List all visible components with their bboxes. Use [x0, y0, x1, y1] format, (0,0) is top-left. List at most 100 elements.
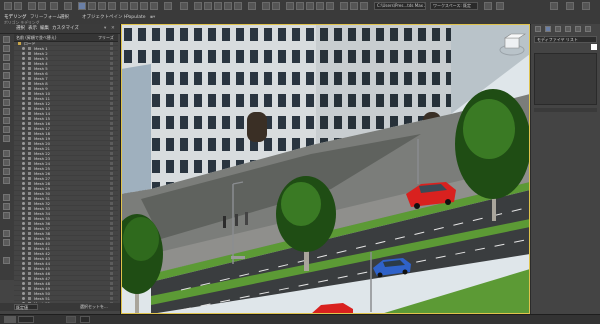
filter-groups-icon[interactable]	[3, 90, 10, 97]
move-icon[interactable]	[120, 2, 128, 10]
spinner-snap-icon[interactable]	[234, 2, 242, 10]
select-object-icon[interactable]	[78, 2, 86, 10]
freeze-toggle-icon[interactable]	[110, 292, 113, 295]
freeze-toggle-icon[interactable]	[110, 152, 113, 155]
freeze-toggle-icon[interactable]	[110, 137, 113, 140]
selection-lock-icon[interactable]	[66, 316, 76, 323]
visibility-eye-icon[interactable]	[22, 47, 25, 50]
freeze-toggle-icon[interactable]	[110, 62, 113, 65]
layer-dropdown[interactable]: 既定値	[14, 304, 38, 310]
visibility-eye-icon[interactable]	[22, 197, 25, 200]
scale-icon[interactable]	[140, 2, 148, 10]
column-freeze[interactable]: フリーズ	[98, 34, 114, 41]
unlink-icon[interactable]	[38, 2, 46, 10]
lock-icon[interactable]	[3, 194, 10, 201]
motion-tab-icon[interactable]	[565, 26, 571, 32]
freeze-toggle-icon[interactable]	[110, 122, 113, 125]
keyboard-shortcut-icon[interactable]	[194, 2, 202, 10]
visibility-eye-icon[interactable]	[22, 67, 25, 70]
expand-icon[interactable]	[3, 230, 10, 237]
filter-invert-icon[interactable]	[3, 135, 10, 142]
snap-3d-icon[interactable]	[204, 2, 212, 10]
visibility-eye-icon[interactable]	[22, 127, 25, 130]
visibility-eye-icon[interactable]	[22, 192, 25, 195]
visibility-eye-icon[interactable]	[22, 72, 25, 75]
visibility-eye-icon[interactable]	[22, 232, 25, 235]
freeze-toggle-icon[interactable]	[110, 112, 113, 115]
freeze-toggle-icon[interactable]	[110, 282, 113, 285]
visibility-eye-icon[interactable]	[22, 87, 25, 90]
freeze-toggle-icon[interactable]	[110, 297, 113, 300]
freeze-toggle-icon[interactable]	[110, 92, 113, 95]
reference-coord-icon[interactable]	[164, 2, 172, 10]
freeze-toggle-icon[interactable]	[110, 267, 113, 270]
menu-customize[interactable]: カスタマイズ	[52, 25, 79, 32]
visibility-eye-icon[interactable]	[22, 292, 25, 295]
column-name[interactable]: 名前 (昇順で並べ替え)	[16, 34, 56, 41]
settings-icon[interactable]	[3, 257, 10, 264]
visibility-eye-icon[interactable]	[22, 52, 25, 55]
freeze-toggle-icon[interactable]	[110, 197, 113, 200]
visibility-eye-icon[interactable]	[22, 252, 25, 255]
freeze-toggle-icon[interactable]	[110, 182, 113, 185]
tab-populate[interactable]: Populate	[126, 14, 146, 22]
menu-select[interactable]: 選択	[16, 25, 25, 32]
freeze-toggle-icon[interactable]	[110, 217, 113, 220]
percent-snap-icon[interactable]	[224, 2, 232, 10]
freeze-toggle-icon[interactable]	[110, 202, 113, 205]
sync-icon[interactable]	[3, 203, 10, 210]
hierarchy-tab-icon[interactable]	[555, 26, 561, 32]
material-editor-icon[interactable]	[326, 2, 334, 10]
visibility-eye-icon[interactable]	[22, 92, 25, 95]
render-icon[interactable]	[360, 2, 368, 10]
selection-set-label[interactable]: 選択セットを...	[80, 304, 108, 310]
render-setup-icon[interactable]	[340, 2, 348, 10]
pivot-icon[interactable]	[180, 2, 188, 10]
filter-spacewarps-icon[interactable]	[3, 81, 10, 88]
freeze-toggle-icon[interactable]	[110, 77, 113, 80]
rotate-icon[interactable]	[130, 2, 138, 10]
freeze-toggle-icon[interactable]	[110, 212, 113, 215]
visibility-eye-icon[interactable]	[22, 187, 25, 190]
freeze-toggle-icon[interactable]	[110, 132, 113, 135]
freeze-toggle-icon[interactable]	[110, 257, 113, 260]
freeze-toggle-icon[interactable]	[110, 102, 113, 105]
visibility-eye-icon[interactable]	[22, 167, 25, 170]
utilities-tab-icon[interactable]	[585, 26, 591, 32]
highlight-icon[interactable]	[3, 212, 10, 219]
maxscript-icon[interactable]	[4, 316, 16, 323]
freeze-toggle-icon[interactable]	[110, 207, 113, 210]
freeze-toggle-icon[interactable]	[110, 162, 113, 165]
isolate-icon[interactable]	[80, 316, 90, 323]
maximize-icon[interactable]	[566, 2, 574, 10]
freeze-toggle-icon[interactable]	[110, 42, 113, 45]
freeze-toggle-icon[interactable]	[110, 172, 113, 175]
freeze-toggle-icon[interactable]	[110, 227, 113, 230]
freeze-toggle-icon[interactable]	[110, 117, 113, 120]
freeze-toggle-icon[interactable]	[110, 97, 113, 100]
visibility-eye-icon[interactable]	[22, 107, 25, 110]
create-tab-icon[interactable]	[535, 26, 541, 32]
select-by-name-icon[interactable]	[88, 2, 96, 10]
menu-display[interactable]: 表示	[28, 25, 37, 32]
visibility-eye-icon[interactable]	[22, 132, 25, 135]
user-icon[interactable]	[496, 2, 504, 10]
link-icon[interactable]	[28, 2, 36, 10]
freeze-toggle-icon[interactable]	[110, 247, 113, 250]
visibility-eye-icon[interactable]	[22, 112, 25, 115]
find-icon[interactable]	[3, 159, 10, 166]
align-icon[interactable]	[272, 2, 280, 10]
freeze-toggle-icon[interactable]	[110, 52, 113, 55]
visibility-eye-icon[interactable]	[22, 262, 25, 265]
render-frame-icon[interactable]	[350, 2, 358, 10]
visibility-eye-icon[interactable]	[22, 162, 25, 165]
visibility-eye-icon[interactable]	[22, 182, 25, 185]
freeze-toggle-icon[interactable]	[110, 262, 113, 265]
freeze-toggle-icon[interactable]	[110, 252, 113, 255]
modify-tab-icon[interactable]	[545, 26, 551, 32]
freeze-toggle-icon[interactable]	[110, 72, 113, 75]
freeze-toggle-icon[interactable]	[110, 232, 113, 235]
visibility-eye-icon[interactable]	[22, 257, 25, 260]
filter-lights-icon[interactable]	[3, 54, 10, 61]
place-icon[interactable]	[150, 2, 158, 10]
